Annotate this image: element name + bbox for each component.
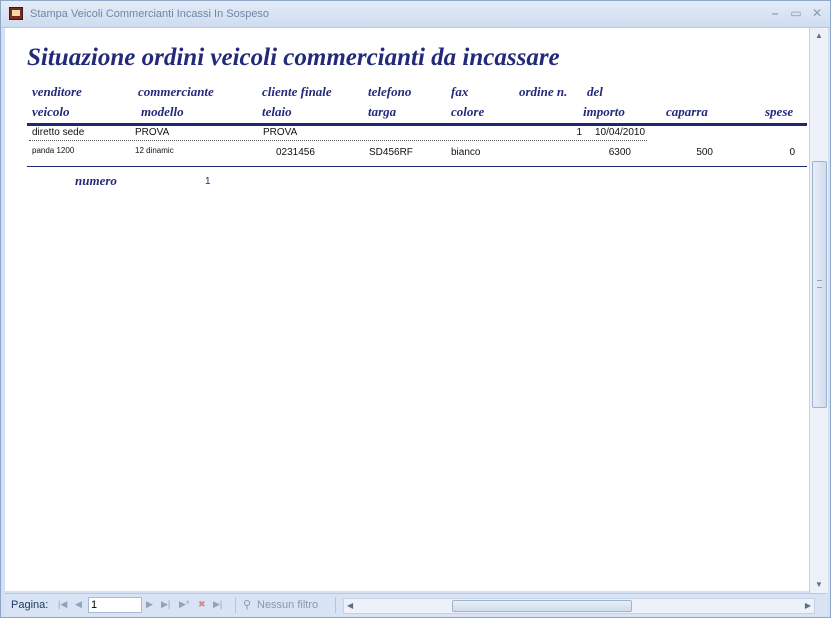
cell-modello: 12 dinamic xyxy=(135,146,174,155)
page-number-input[interactable] xyxy=(88,597,142,613)
record-navigation-bar: Pagina: |◀ ◀ ▶ ▶| ▶* ✖ ▶| ⚲ Nessun filtr… xyxy=(5,593,827,616)
horizontal-scrollbar[interactable]: ◀ ▶ xyxy=(343,598,815,614)
cell-spese: 0 xyxy=(789,147,795,158)
cell-venditore: diretto sede xyxy=(32,127,85,138)
filter-icon[interactable]: ⚲ xyxy=(243,598,251,611)
maximize-button[interactable]: ▭ xyxy=(789,5,803,21)
header-targa: targa xyxy=(368,104,397,119)
header-telaio: telaio xyxy=(262,104,292,119)
scroll-left-arrow-icon[interactable]: ◀ xyxy=(347,599,353,613)
end-icon[interactable]: ▶| xyxy=(213,599,222,610)
next-page-icon[interactable]: ▶ xyxy=(146,599,153,610)
header-modello: modello xyxy=(141,104,184,119)
header-importo: importo xyxy=(583,104,625,119)
footer-numero-value: 1 xyxy=(205,176,211,187)
vertical-scroll-thumb[interactable] xyxy=(812,161,827,408)
previous-page-icon[interactable]: ◀ xyxy=(75,599,82,610)
filter-status[interactable]: Nessun filtro xyxy=(257,599,318,611)
new-record-icon[interactable]: ▶* xyxy=(179,599,189,610)
horizontal-scroll-thumb[interactable] xyxy=(452,600,632,612)
window-controls: – ▭ ✕ xyxy=(768,5,824,21)
separator xyxy=(335,597,336,613)
header-del: del xyxy=(587,84,603,99)
header-colore: colore xyxy=(451,104,485,119)
app-icon xyxy=(9,7,23,20)
header-ordine-n: ordine n. xyxy=(519,84,568,99)
scroll-right-arrow-icon[interactable]: ▶ xyxy=(805,599,811,613)
header-spese: spese xyxy=(765,104,794,119)
grip-icon xyxy=(817,280,822,288)
header-cliente-finale: cliente finale xyxy=(262,84,332,99)
header-telefono: telefono xyxy=(368,84,412,99)
record-rule xyxy=(27,166,807,167)
cell-veicolo: panda 1200 xyxy=(32,146,75,155)
cell-del: 10/04/2010 xyxy=(595,127,646,138)
header-rule xyxy=(27,123,807,126)
last-page-icon[interactable]: ▶| xyxy=(161,599,170,610)
cell-telaio: 0231456 xyxy=(276,147,315,158)
cell-targa: SD456RF xyxy=(369,147,413,158)
window-title: Stampa Veicoli Commercianti Incassi In S… xyxy=(30,8,270,20)
cell-colore: bianco xyxy=(451,147,481,158)
header-caparra: caparra xyxy=(666,104,708,119)
title-bar: Stampa Veicoli Commercianti Incassi In S… xyxy=(1,1,830,28)
vertical-scrollbar[interactable]: ▲ ▼ xyxy=(809,28,828,593)
first-page-icon[interactable]: |◀ xyxy=(58,599,67,610)
scroll-down-arrow-icon[interactable]: ▼ xyxy=(810,577,828,593)
header-fax: fax xyxy=(451,84,469,99)
footer-numero-label: numero xyxy=(75,173,117,188)
page-label: Pagina: xyxy=(11,599,49,611)
minimize-button[interactable]: – xyxy=(768,5,782,21)
header-venditore: venditore xyxy=(32,84,82,99)
cell-commerciante: PROVA xyxy=(135,127,170,138)
delete-icon[interactable]: ✖ xyxy=(198,599,206,610)
header-commerciante: commerciante xyxy=(138,84,214,99)
dotted-leader xyxy=(29,140,647,141)
header-veicolo: veicolo xyxy=(32,104,70,119)
report-page: Situazione ordini veicoli commercianti d… xyxy=(5,28,809,591)
cell-ordine-n: 1 xyxy=(576,127,582,138)
cell-cliente-finale: PROVA xyxy=(263,127,298,138)
report-window: Stampa Veicoli Commercianti Incassi In S… xyxy=(0,0,831,618)
cell-importo: 6300 xyxy=(608,147,631,158)
separator xyxy=(235,597,236,613)
scroll-up-arrow-icon[interactable]: ▲ xyxy=(810,28,828,44)
report-title: Situazione ordini veicoli commercianti d… xyxy=(27,44,560,71)
close-button[interactable]: ✕ xyxy=(810,5,824,21)
cell-caparra: 500 xyxy=(696,147,713,158)
